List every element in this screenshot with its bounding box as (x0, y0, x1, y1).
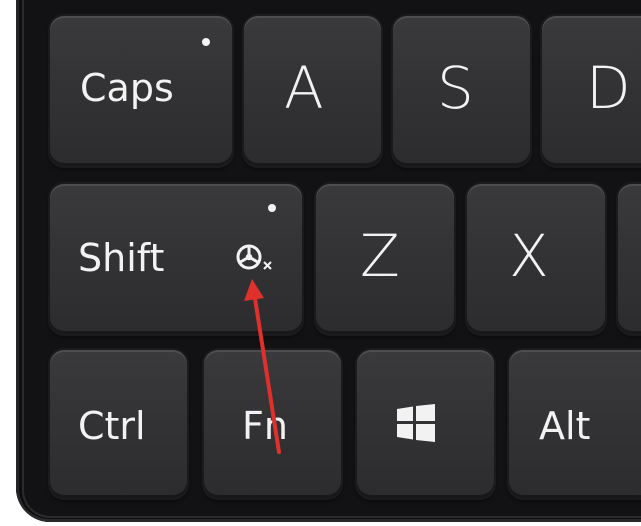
annotation-arrow-shaft (252, 290, 281, 454)
annotation-arrow (244, 279, 281, 454)
annotation-arrow-head (244, 279, 264, 301)
keyboard-photo: Caps A S D Shift Z X Ctrl Fn Alt (0, 0, 641, 526)
